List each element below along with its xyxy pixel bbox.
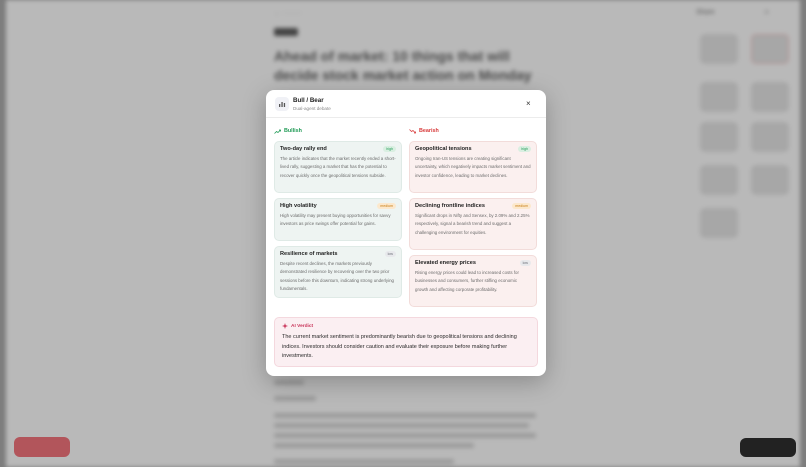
card-title: High volatility bbox=[280, 203, 317, 209]
strength-badge: high bbox=[383, 146, 396, 152]
bullish-card: Resilience of markets low Despite recent… bbox=[274, 246, 402, 298]
strength-badge: medium bbox=[377, 203, 396, 209]
share-label: Share bbox=[696, 9, 715, 16]
bullish-heading: Bullish bbox=[274, 128, 302, 134]
side-card bbox=[751, 34, 789, 64]
verdict-text: The current market sentiment is predomin… bbox=[282, 334, 517, 359]
ai-verdict-panel: AI Verdict The current market sentiment … bbox=[274, 317, 538, 367]
card-title: Resilience of markets bbox=[280, 251, 338, 257]
close-icon: × bbox=[764, 7, 770, 17]
strength-badge: high bbox=[518, 146, 531, 152]
floating-dark-button[interactable] bbox=[740, 438, 796, 457]
bullish-card: High volatility medium High volatility m… bbox=[274, 198, 402, 241]
verdict-label: AI Verdict bbox=[291, 323, 314, 329]
card-text: Despite recent declines, the markets pre… bbox=[280, 261, 394, 291]
text-line bbox=[274, 443, 474, 448]
card-title: Declining frontline indices bbox=[415, 203, 485, 209]
modal-subtitle: Dual-agent debate bbox=[293, 105, 331, 111]
card-title: Two-day rally end bbox=[280, 146, 327, 152]
bearish-card: Elevated energy prices low Rising energy… bbox=[409, 255, 537, 307]
card-text: High volatility may present buying oppor… bbox=[280, 213, 391, 227]
side-card bbox=[700, 165, 738, 195]
strength-badge: medium bbox=[512, 203, 531, 209]
card-text: Significant drops in Nifty and Sensex, b… bbox=[415, 213, 530, 235]
category-tag bbox=[274, 28, 298, 36]
card-text: Ongoing Iran-US tensions are creating si… bbox=[415, 156, 531, 178]
side-card bbox=[751, 122, 789, 152]
card-title: Elevated energy prices bbox=[415, 260, 476, 266]
bearish-heading: Bearish bbox=[409, 128, 439, 134]
trending-down-icon bbox=[409, 128, 416, 133]
strength-badge: low bbox=[384, 251, 396, 257]
floating-action-button[interactable] bbox=[14, 437, 70, 457]
bull-bear-modal: Bull / Bear Dual-agent debate × Bullish … bbox=[266, 90, 546, 376]
card-text: Rising energy prices could lead to incre… bbox=[415, 270, 519, 292]
text-line bbox=[274, 380, 304, 385]
side-card bbox=[751, 165, 789, 195]
strength-badge: low bbox=[519, 260, 531, 266]
side-card bbox=[700, 208, 738, 238]
text-line bbox=[274, 433, 536, 438]
text-line bbox=[274, 413, 536, 418]
trending-up-icon bbox=[274, 129, 281, 134]
side-card bbox=[700, 122, 738, 152]
modal-title: Bull / Bear bbox=[293, 97, 324, 104]
sparkle-icon bbox=[282, 323, 288, 329]
card-title: Geopolitical tensions bbox=[415, 146, 472, 152]
side-card bbox=[751, 82, 789, 112]
verdict-heading: AI Verdict bbox=[282, 323, 530, 329]
article-title: Ahead of market: 10 things that will dec… bbox=[274, 48, 532, 83]
bullish-card: Two-day rally end high The article indic… bbox=[274, 141, 402, 193]
bearish-label: Bearish bbox=[419, 128, 439, 134]
chart-bars-icon bbox=[275, 97, 289, 111]
back-link: ← ········ bbox=[274, 10, 302, 17]
close-icon[interactable]: × bbox=[526, 99, 531, 108]
side-card bbox=[700, 34, 738, 64]
bullish-label: Bullish bbox=[284, 128, 302, 134]
modal-header: Bull / Bear Dual-agent debate × bbox=[266, 90, 546, 118]
bearish-card: Geopolitical tensions high Ongoing Iran-… bbox=[409, 141, 537, 193]
card-text: The article indicates that the market re… bbox=[280, 156, 396, 178]
side-card bbox=[700, 82, 738, 112]
text-line bbox=[274, 423, 529, 428]
bearish-card: Declining frontline indices medium Signi… bbox=[409, 198, 537, 250]
text-line bbox=[274, 459, 454, 464]
text-line bbox=[274, 396, 316, 401]
